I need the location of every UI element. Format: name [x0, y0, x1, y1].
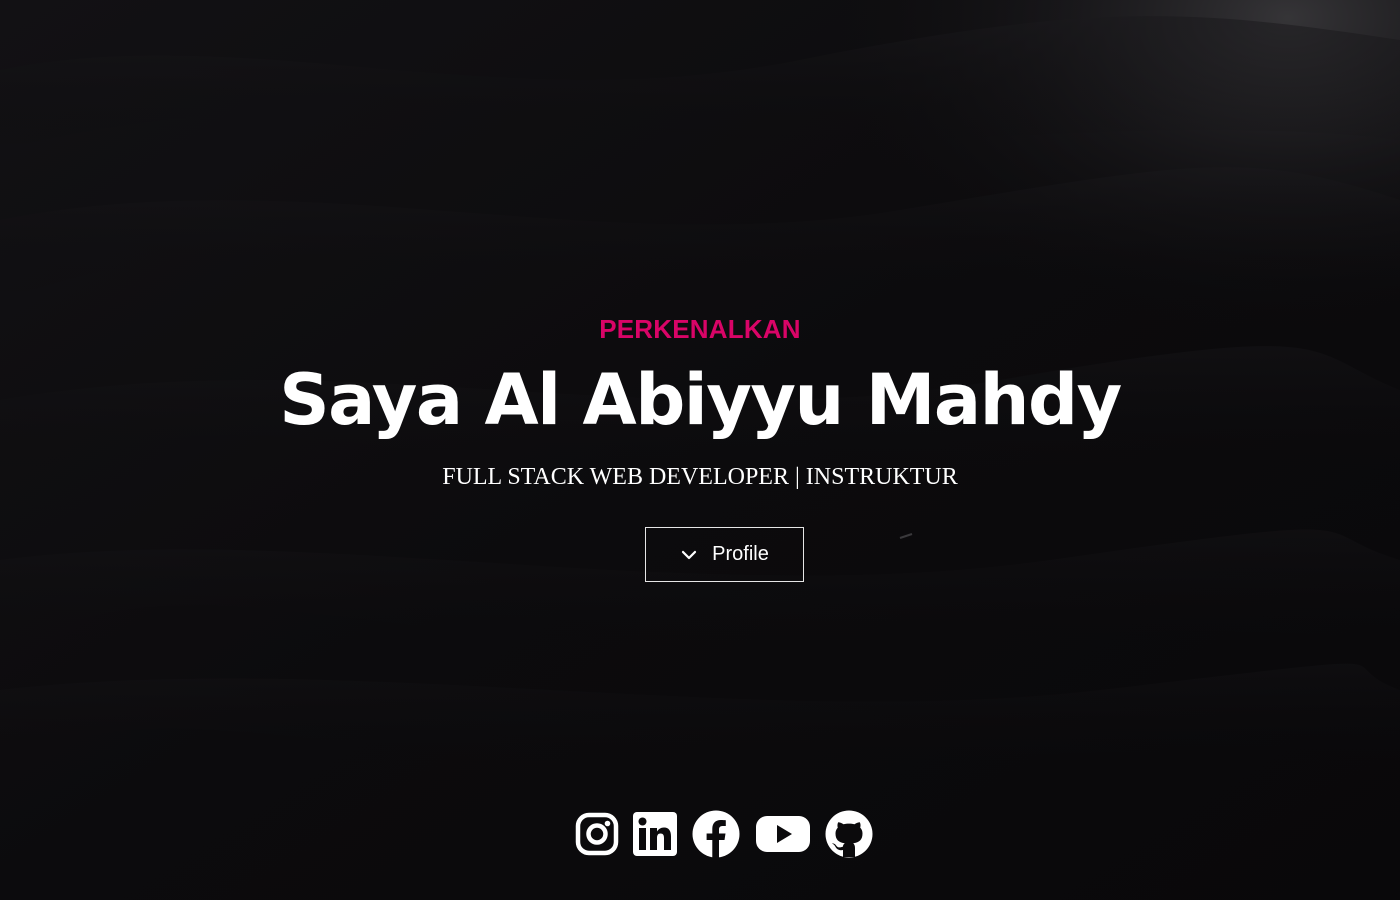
social-links: [575, 808, 875, 860]
hero-section: PERKENALKAN Saya Al Abiyyu Mahdy FULL ST…: [0, 0, 1400, 900]
instagram-icon: [575, 812, 619, 856]
github-link[interactable]: [825, 808, 873, 860]
intro-kicker: PERKENALKAN: [599, 314, 801, 344]
linkedin-icon: [633, 812, 677, 856]
chevron-down-icon: [680, 546, 698, 564]
dunes-background-image: [0, 0, 1400, 900]
instagram-link[interactable]: [575, 808, 619, 860]
profile-button-label: Profile: [712, 543, 769, 565]
profile-button[interactable]: Profile: [645, 527, 804, 582]
github-icon: [825, 810, 873, 858]
facebook-link[interactable]: [692, 808, 740, 860]
hero-title: Saya Al Abiyyu Mahdy: [279, 359, 1122, 441]
youtube-icon: [756, 814, 810, 854]
linkedin-link[interactable]: [633, 808, 677, 860]
youtube-link[interactable]: [756, 808, 810, 860]
facebook-icon: [692, 810, 740, 858]
hero-subtitle: FULL STACK WEB DEVELOPER | INSTRUKTUR: [442, 464, 958, 490]
